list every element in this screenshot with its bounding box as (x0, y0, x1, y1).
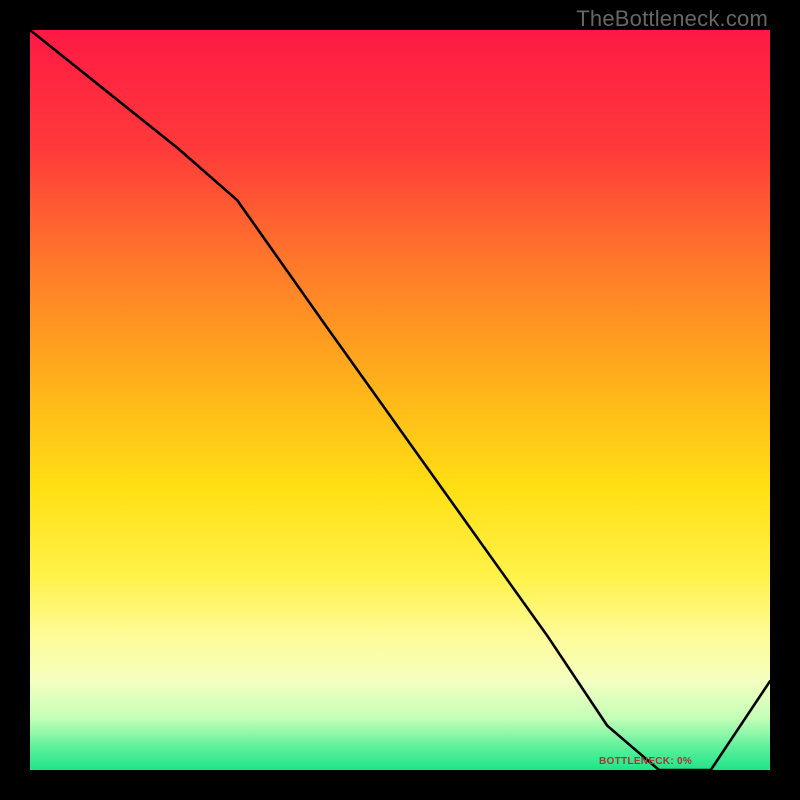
plot-area: BOTTLENECK: 0% (30, 30, 770, 770)
gradient-background (30, 30, 770, 770)
watermark-text: TheBottleneck.com (576, 6, 768, 32)
bottleneck-chart (30, 30, 770, 770)
chart-frame: TheBottleneck.com BOTTLENECK: 0% (0, 0, 800, 800)
bottleneck-annotation: BOTTLENECK: 0% (599, 756, 692, 767)
